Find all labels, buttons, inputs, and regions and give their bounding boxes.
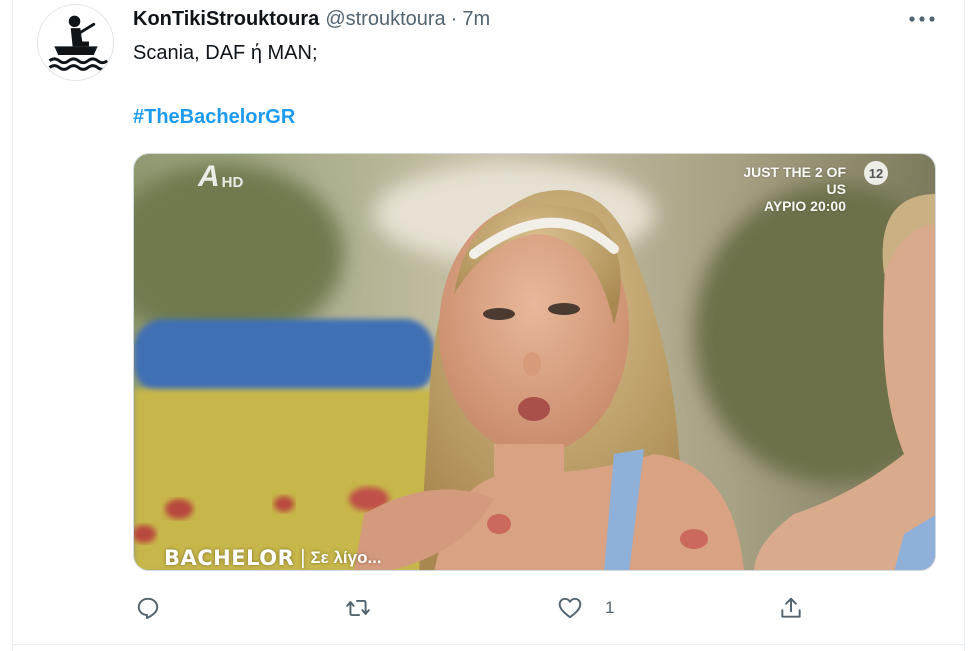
like-button[interactable]: 1 [557,594,614,622]
reply-icon [137,597,159,619]
boat-rower-icon [48,15,109,71]
show-subtitle: Σε λίγο... [310,548,382,567]
tweet-text: Scania, DAF ή MAN; [133,42,318,64]
tweet-header: KonTikiStrouktoura @strouktoura · 7m [133,8,490,34]
hashtag-link[interactable]: #TheBachelorGR [133,106,295,129]
show-separator: | [300,546,306,569]
tweet-timestamp[interactable]: 7m [462,8,490,31]
avatar[interactable] [37,4,114,81]
promo-overlay: JUST THE 2 OF US ΑΥΡΙΟ 20:00 [726,164,846,215]
video-still-image [134,154,935,570]
reply-button[interactable] [135,594,161,622]
header-separator: · [450,8,458,30]
channel-logo: A HD [198,162,243,192]
like-count: 1 [605,598,615,617]
show-lower-third: BACHELOR | Σε λίγο... [164,546,382,570]
channel-logo-letter: A [198,160,220,193]
channel-hd-badge: HD [221,174,244,191]
timeline-border-left [12,0,13,651]
display-name[interactable]: KonTikiStrouktoura [133,8,319,31]
tweet-media-image[interactable]: A HD JUST THE 2 OF US ΑΥΡΙΟ 20:00 12 BAC… [133,153,936,571]
promo-title: JUST THE 2 OF US [743,164,846,197]
share-icon [781,597,801,618]
user-handle[interactable]: @strouktoura [325,8,445,31]
heart-icon [558,597,582,619]
more-dots-icon [909,16,935,22]
promo-schedule: ΑΥΡΙΟ 20:00 [764,198,846,214]
age-rating-badge: 12 [864,161,888,185]
timeline-border-right [964,0,965,651]
show-title: BACHELOR [164,546,295,570]
share-button[interactable] [778,594,804,622]
retweet-icon [346,599,370,617]
tweet-divider [12,644,965,645]
retweet-button[interactable] [345,594,371,622]
more-options-button[interactable] [908,8,936,30]
